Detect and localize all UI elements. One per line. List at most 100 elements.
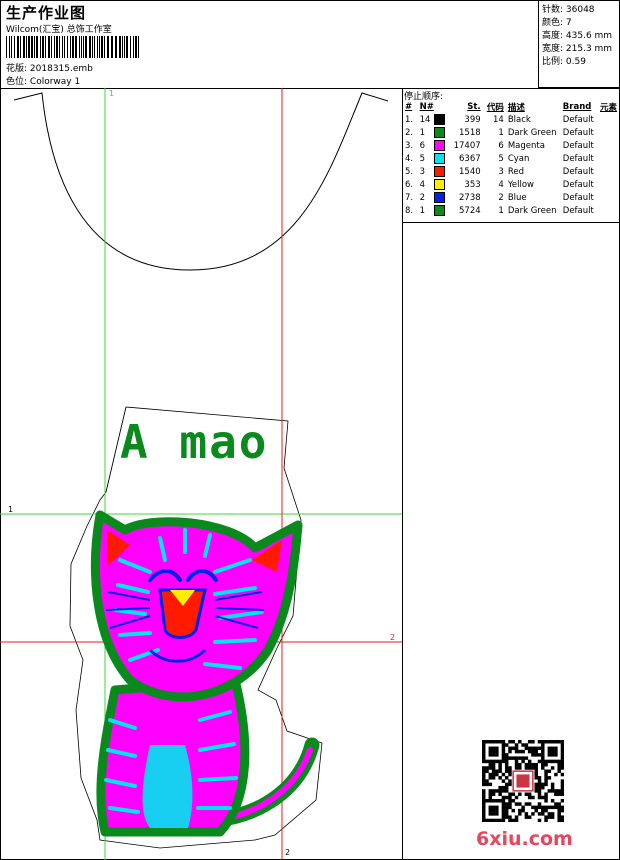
row-needle: 6 [418, 139, 450, 152]
color-description: Red [507, 166, 524, 177]
stitch-count: 5724 [459, 205, 481, 216]
element [598, 139, 620, 152]
column-header: St. [467, 102, 481, 112]
brand: Default [562, 127, 594, 138]
element [598, 178, 620, 191]
guide-label-v2: 2 [285, 848, 291, 857]
column-header: 元素 [600, 103, 618, 113]
brand: Default [562, 153, 594, 164]
row-needle: 5 [418, 152, 450, 165]
design-lettering: A mao [120, 415, 268, 469]
needle-number: 2 [419, 193, 426, 203]
cat-embroidery [90, 510, 320, 837]
qr-code[interactable] [482, 740, 564, 822]
stitch-count: 353 [464, 179, 481, 190]
color-swatch [433, 140, 445, 151]
color-code: 6 [498, 140, 504, 151]
table-row: 7. 2 2738 2 Blue Default [403, 191, 620, 204]
table-row: 3. 6 17407 6 Magenta Default [403, 139, 620, 152]
color-code: 1 [498, 127, 504, 138]
brand: Default [562, 179, 594, 190]
column-header: 描述 [507, 103, 525, 113]
column-header: Brand [562, 102, 592, 112]
column-header: 代码 [486, 103, 504, 113]
table-row: 8. 1 5724 1 Dark Green Default [403, 204, 620, 217]
design-canvas[interactable]: A mao [0, 88, 402, 860]
needle-number: 4 [419, 180, 426, 190]
cat-belly [142, 745, 193, 828]
color-description: Blue [507, 192, 527, 203]
table-row: 2. 1 1518 1 Dark Green Default [403, 126, 620, 139]
color-swatch [433, 153, 445, 164]
color-description: Magenta [507, 140, 545, 151]
color-swatch [433, 114, 445, 125]
row-needle: 1 [418, 204, 450, 217]
color-code: 1 [498, 205, 504, 216]
table-row: 6. 4 353 4 Yellow Default [403, 178, 620, 191]
color-code: 14 [493, 114, 504, 125]
row-index: 4. [405, 153, 414, 164]
stitch-count: 6367 [459, 153, 481, 164]
color-description: Dark Green [507, 127, 557, 138]
guide-label-v1: 1 [109, 89, 115, 98]
brand: Default [562, 114, 594, 125]
element [598, 165, 620, 178]
element [598, 204, 620, 217]
color-code: 4 [498, 179, 504, 190]
neckline-outline [13, 92, 389, 271]
needle-number: 1 [419, 206, 426, 216]
watermark-logo: 6xiu.com [476, 828, 573, 850]
row-needle: 1 [418, 126, 450, 139]
brand: Default [562, 205, 594, 216]
table-row: 4. 5 6367 5 Cyan Default [403, 152, 620, 165]
color-description: Yellow [507, 179, 535, 190]
element [598, 152, 620, 165]
row-index: 8. [405, 205, 414, 216]
brand: Default [562, 192, 594, 203]
row-index: 6. [405, 179, 414, 190]
brand: Default [562, 166, 594, 177]
needle-number: 5 [419, 154, 426, 164]
stitch-count: 2738 [459, 192, 481, 203]
table-row: 1. 14 399 14 Black Default [403, 113, 620, 126]
stitch-count: 1540 [459, 166, 481, 177]
color-sequence-table: # N# St. 代码 描述 Brand 元素 1. 14 399 14 Black Default 2… [403, 101, 620, 217]
row-index: 7. [405, 192, 414, 203]
element [598, 126, 620, 139]
stitch-count: 1518 [459, 127, 481, 138]
color-code: 3 [498, 166, 504, 177]
color-code: 2 [498, 192, 504, 203]
element [598, 113, 620, 126]
table-row: 5. 3 1540 3 Red Default [403, 165, 620, 178]
needle-number: 14 [419, 115, 431, 125]
color-swatch [433, 127, 445, 138]
row-index: 3. [405, 140, 414, 151]
color-description: Cyan [507, 153, 530, 164]
brand: Default [562, 140, 594, 151]
color-swatch [433, 166, 445, 177]
color-description: Dark Green [507, 205, 557, 216]
row-needle: 2 [418, 191, 450, 204]
row-index: 5. [405, 166, 414, 177]
stitch-count: 399 [464, 114, 481, 125]
needle-number: 6 [419, 141, 426, 151]
color-swatch [433, 179, 445, 190]
column-header: # [405, 102, 413, 112]
row-index: 1. [405, 114, 414, 125]
element [598, 191, 620, 204]
row-needle: 14 [418, 113, 450, 126]
column-header: N# [419, 102, 434, 112]
needle-number: 3 [419, 167, 426, 177]
needle-number: 1 [419, 128, 426, 138]
guide-label-h2: 2 [390, 633, 396, 642]
row-needle: 4 [418, 178, 450, 191]
guide-label-h1: 1 [8, 505, 14, 514]
color-swatch [433, 192, 445, 203]
color-code: 5 [498, 153, 504, 164]
color-description: Black [507, 114, 531, 125]
table-divider [402, 222, 620, 223]
row-needle: 3 [418, 165, 450, 178]
stitch-count: 17407 [453, 140, 481, 151]
color-swatch [433, 205, 445, 216]
row-index: 2. [405, 127, 414, 138]
